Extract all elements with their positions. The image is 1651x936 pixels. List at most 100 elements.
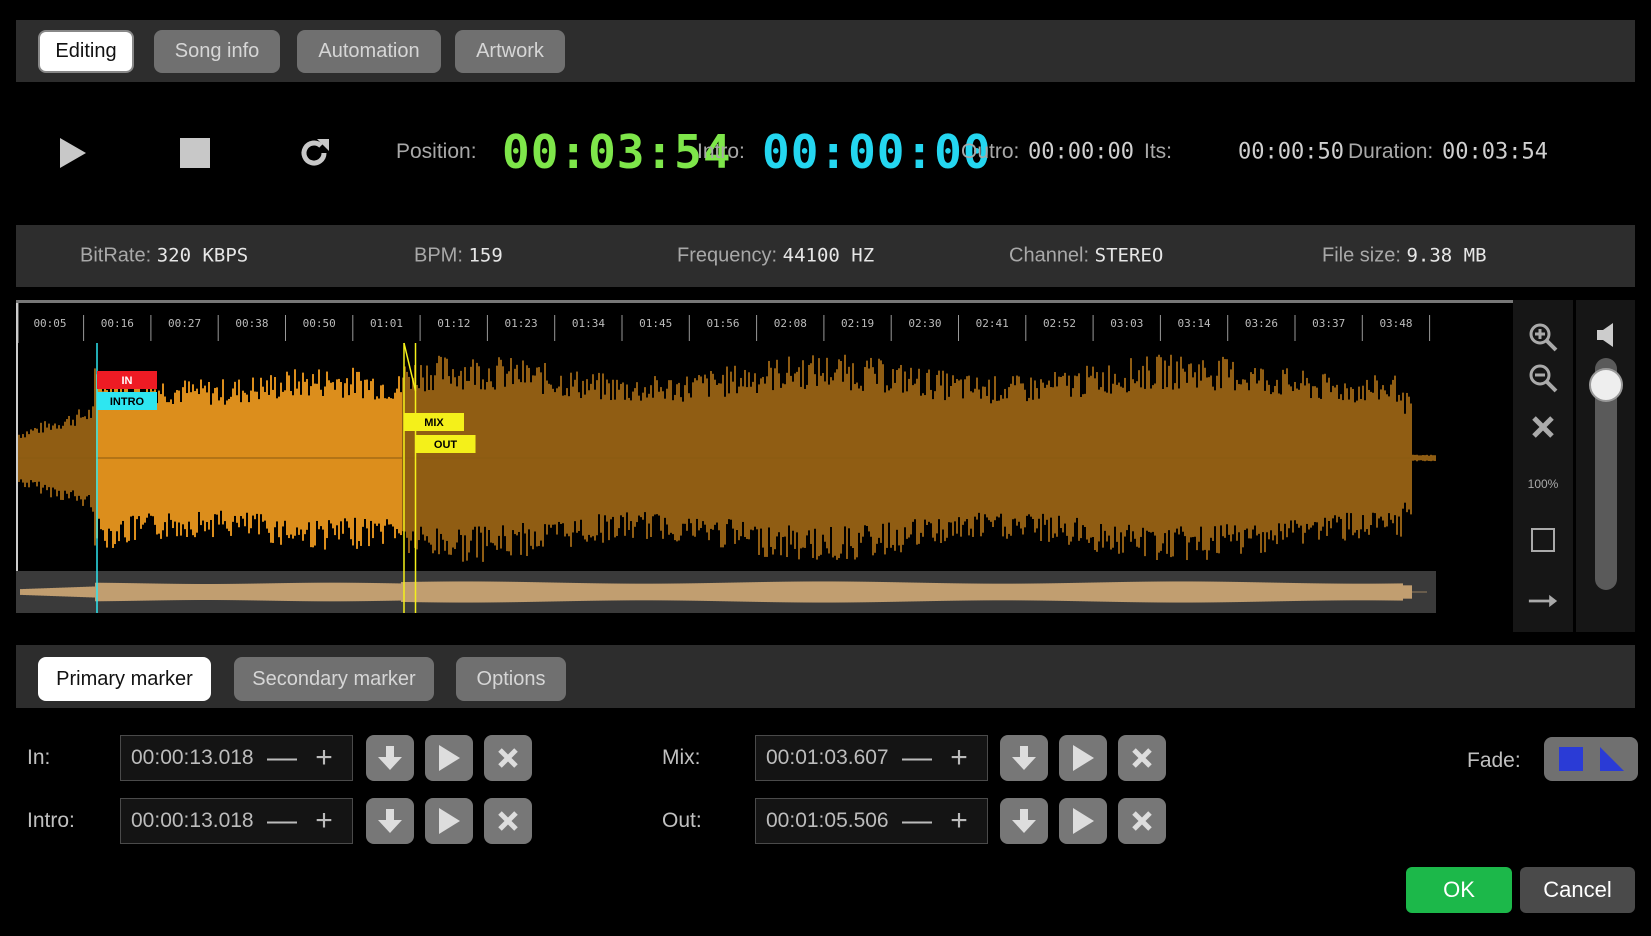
ok-button[interactable]: OK: [1406, 867, 1512, 913]
waveform-bar: [224, 404, 226, 522]
intro-marker-flag-label: INTRO: [110, 396, 145, 408]
overview-bar: [386, 583, 389, 601]
overview-bar: [251, 583, 254, 601]
overview-bar: [974, 583, 977, 601]
in-set-button[interactable]: [366, 735, 414, 781]
fade-ramp-option[interactable]: [1594, 743, 1630, 775]
intro-decrement-button[interactable]: —: [261, 799, 303, 843]
in-time-input[interactable]: [121, 746, 261, 770]
overview-bar: [1112, 582, 1115, 602]
waveform-bar: [840, 360, 842, 554]
follow-button[interactable]: [1528, 586, 1558, 616]
volume-track[interactable]: [1589, 358, 1623, 590]
tab-artwork[interactable]: Artwork: [455, 30, 565, 73]
waveform-bar: [498, 357, 500, 536]
play-button[interactable]: [50, 130, 96, 176]
tab-primary-marker[interactable]: Primary marker: [38, 657, 211, 701]
out-clear-button[interactable]: [1118, 798, 1166, 844]
overview-bar: [164, 583, 167, 601]
overview-bar: [47, 588, 50, 596]
zoom-reset-button[interactable]: [1528, 412, 1558, 442]
waveform-bar: [650, 385, 652, 537]
intro-clear-button[interactable]: [484, 798, 532, 844]
waveform-bar: [588, 390, 590, 535]
cancel-button[interactable]: Cancel: [1520, 867, 1635, 913]
out-set-button[interactable]: [1000, 798, 1048, 844]
overview-strip[interactable]: [16, 571, 1436, 613]
out-play-button[interactable]: [1059, 798, 1107, 844]
zoom-out-button[interactable]: [1528, 363, 1558, 393]
overview-bar: [1151, 581, 1154, 603]
waveform-bar: [488, 368, 490, 531]
waveform-bar: [292, 395, 294, 539]
overview-bar: [1241, 582, 1244, 602]
out-time-input[interactable]: [756, 809, 896, 833]
zoom-in-button[interactable]: [1528, 322, 1558, 352]
mix-clear-button[interactable]: [1118, 735, 1166, 781]
in-increment-button[interactable]: +: [303, 736, 345, 780]
overview-bar: [1295, 583, 1298, 601]
fade-none-option[interactable]: [1553, 743, 1589, 775]
tab-secondary-marker[interactable]: Secondary marker: [234, 657, 434, 701]
waveform-bar: [1318, 397, 1320, 540]
waveform-bar: [1362, 385, 1364, 516]
waveform-bar: [312, 374, 314, 548]
waveform-panel[interactable]: 00:05 00:16 00:27 00:38 00:50 01:01 01:12 01:23…: [16, 300, 1513, 632]
waveform-bar: [20, 437, 22, 480]
waveform-bar: [1388, 396, 1390, 514]
waveform-bar: [824, 381, 826, 542]
mix-play-button[interactable]: [1059, 735, 1107, 781]
mix-set-button[interactable]: [1000, 735, 1048, 781]
mix-decrement-button[interactable]: —: [896, 736, 938, 780]
waveform-bar: [752, 381, 754, 531]
overview-bar: [944, 583, 947, 601]
overview-bar: [908, 582, 911, 602]
waveform-bar: [660, 387, 662, 531]
overview-bar: [1319, 583, 1322, 601]
volume-slider-thumb[interactable]: [1589, 368, 1623, 402]
stop-button[interactable]: [172, 130, 218, 176]
overview-bar: [1082, 582, 1085, 602]
mix-increment-button[interactable]: +: [938, 736, 980, 780]
waveform-bar: [144, 395, 146, 523]
overview-bar: [68, 587, 71, 597]
intro-set-button[interactable]: [366, 798, 414, 844]
overview-bar: [791, 581, 794, 603]
overview-bar: [1088, 582, 1091, 602]
intro-increment-button[interactable]: +: [303, 799, 345, 843]
waveform-bar: [162, 383, 164, 531]
waveform-bar: [514, 368, 516, 535]
timeline-tick-label: 01:01: [370, 317, 403, 330]
in-play-button[interactable]: [425, 735, 473, 781]
tab-song-info[interactable]: Song info: [154, 30, 280, 73]
out-decrement-button[interactable]: —: [896, 799, 938, 843]
mix-time-input[interactable]: [756, 746, 896, 770]
overview-bar: [1157, 581, 1160, 603]
in-clear-button[interactable]: [484, 735, 532, 781]
overview-bar: [437, 581, 440, 603]
overview-bar: [239, 583, 242, 601]
overview-bar: [155, 583, 158, 601]
tab-editing[interactable]: Editing: [38, 30, 134, 73]
tab-automation[interactable]: Automation: [297, 30, 441, 73]
overview-bar: [1022, 583, 1025, 601]
waveform-display[interactable]: 00:05 00:16 00:27 00:38 00:50 01:01 01:12 01:23…: [16, 303, 1513, 632]
overview-bar: [893, 582, 896, 602]
intro-time-input[interactable]: [121, 809, 261, 833]
waveform-bar: [1042, 382, 1044, 514]
fit-view-button[interactable]: [1528, 525, 1558, 555]
waveform-bar: [1168, 365, 1170, 531]
out-increment-button[interactable]: +: [938, 799, 980, 843]
waveform-bar: [1232, 361, 1234, 535]
waveform-bar: [1226, 359, 1228, 525]
overview-bar: [122, 583, 125, 601]
tab-options[interactable]: Options: [456, 657, 566, 701]
waveform-bar: [712, 373, 714, 530]
in-decrement-button[interactable]: —: [261, 736, 303, 780]
overview-bar: [653, 583, 656, 601]
waveform-bar: [566, 388, 568, 534]
waveform-bar: [528, 367, 530, 530]
waveform-bar: [1384, 390, 1386, 528]
loop-button[interactable]: [291, 130, 337, 176]
intro-play-button[interactable]: [425, 798, 473, 844]
